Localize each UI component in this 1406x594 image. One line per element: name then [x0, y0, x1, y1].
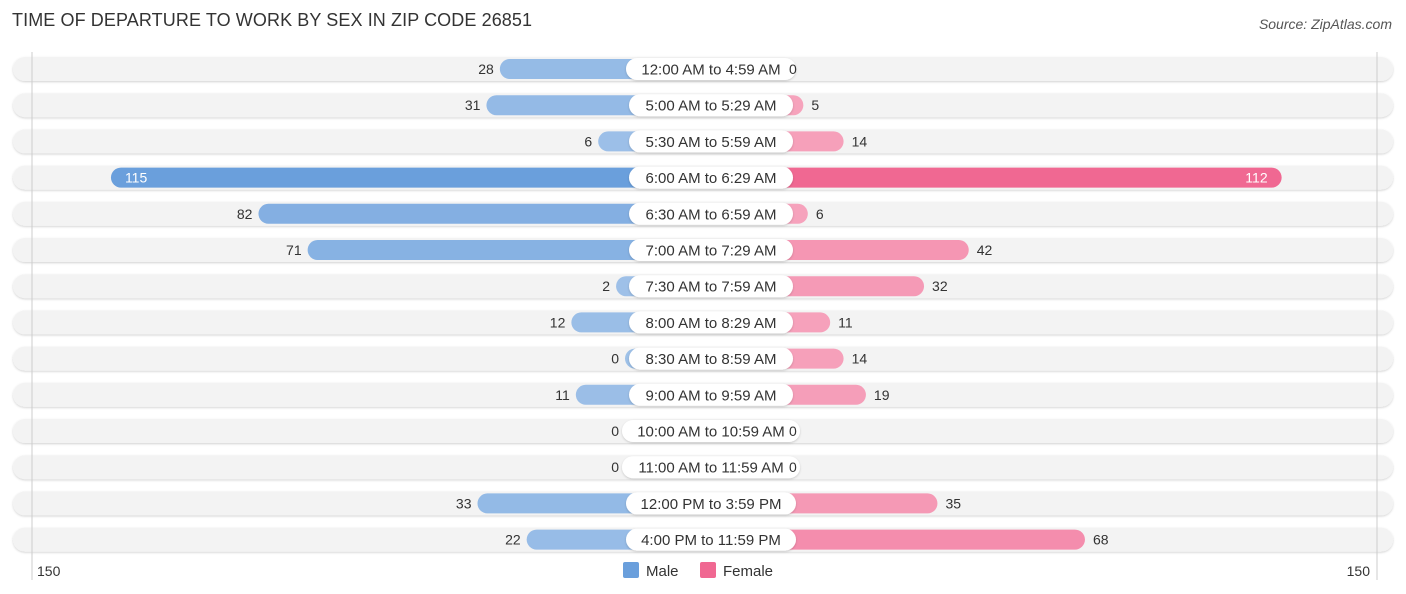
category-row: 5:30 AM to 5:59 AM 6 14 — [13, 129, 1393, 154]
male-value-label: 0 — [611, 423, 619, 439]
category-row: 7:00 AM to 7:29 AM 71 42 — [13, 238, 1393, 262]
male-value-label: 2 — [602, 278, 610, 294]
category-label: 4:00 PM to 11:59 PM — [641, 532, 781, 549]
category-label: 8:30 AM to 8:59 AM — [646, 351, 777, 368]
female-value-label: 11 — [838, 314, 853, 330]
female-value-label: 14 — [852, 133, 868, 149]
category-row: 8:30 AM to 8:59 AM 0 14 — [13, 346, 1393, 371]
category-row: 8:00 AM to 8:29 AM 12 11 — [13, 310, 1393, 335]
female-value-label: 0 — [789, 423, 797, 439]
category-row: 12:00 PM to 3:59 PM 33 35 — [13, 491, 1393, 516]
legend-swatch-female — [700, 562, 716, 578]
category-label: 8:00 AM to 8:29 AM — [646, 315, 777, 332]
male-value-label: 22 — [505, 532, 521, 548]
male-value-label: 28 — [478, 61, 494, 77]
category-row: 11:00 AM to 11:59 AM 0 0 — [13, 455, 1393, 480]
category-row: 6:30 AM to 6:59 AM 82 6 — [13, 201, 1393, 226]
category-row: 12:00 AM to 4:59 AM 28 0 — [13, 57, 1393, 81]
male-value-label: 115 — [125, 170, 148, 186]
category-row: 4:00 PM to 11:59 PM 22 68 — [13, 527, 1393, 552]
category-label: 6:30 AM to 6:59 AM — [646, 206, 777, 223]
category-label: 10:00 AM to 10:59 AM — [637, 424, 785, 441]
male-value-label: 0 — [611, 459, 619, 475]
category-label: 7:00 AM to 7:29 AM — [646, 243, 777, 260]
legend-swatch-male — [623, 562, 639, 578]
female-value-label: 42 — [977, 242, 993, 258]
legend-label-male: Male — [646, 563, 679, 580]
male-value-label: 12 — [550, 314, 566, 330]
female-value-label: 0 — [789, 459, 797, 475]
male-value-label: 11 — [555, 387, 570, 403]
chart: 12:00 AM to 4:59 AM 28 0 5:00 AM to 5:29 AM… — [13, 52, 1393, 580]
axis-tick-left: 150 — [37, 563, 61, 579]
category-label: 5:30 AM to 5:59 AM — [646, 134, 777, 151]
category-label: 12:00 AM to 4:59 AM — [641, 62, 780, 79]
category-label: 11:00 AM to 11:59 AM — [638, 460, 783, 477]
female-value-label: 5 — [811, 97, 819, 113]
category-label: 6:00 AM to 6:29 AM — [646, 170, 777, 187]
male-value-label: 0 — [611, 351, 619, 367]
legend-label-female: Female — [723, 563, 773, 580]
male-value-label: 31 — [465, 97, 481, 113]
female-value-label: 19 — [874, 387, 890, 403]
category-row: 10:00 AM to 10:59 AM0 0 — [13, 419, 1393, 443]
category-row: 5:00 AM to 5:29 AM 31 5 — [13, 93, 1393, 118]
male-value-label: 6 — [584, 133, 592, 149]
male-value-label: 33 — [456, 495, 472, 511]
female-value-label: 35 — [945, 495, 961, 511]
category-label: 12:00 PM to 3:59 PM — [641, 496, 782, 513]
category-row: 6:00 AM to 6:29 AM 115 112 — [13, 165, 1393, 190]
male-value-label: 82 — [237, 206, 253, 222]
category-label: 9:00 AM to 9:59 AM — [646, 387, 777, 404]
category-row: 9:00 AM to 9:59 AM 11 19 — [13, 382, 1393, 407]
female-value-label: 6 — [816, 206, 824, 222]
male-bar — [110, 167, 703, 188]
female-value-label: 68 — [1093, 532, 1109, 548]
axis-tick-right: 150 — [1347, 563, 1371, 579]
category-row: 7:30 AM to 7:59 AM 2 32 — [13, 274, 1393, 299]
female-value-label: 32 — [932, 278, 948, 294]
female-value-label: 112 — [1245, 170, 1268, 186]
category-label: 5:00 AM to 5:29 AM — [646, 98, 777, 115]
female-value-label: 0 — [789, 61, 797, 77]
category-label: 7:30 AM to 7:59 AM — [646, 279, 777, 296]
female-value-label: 14 — [852, 351, 868, 367]
male-value-label: 71 — [286, 242, 302, 258]
